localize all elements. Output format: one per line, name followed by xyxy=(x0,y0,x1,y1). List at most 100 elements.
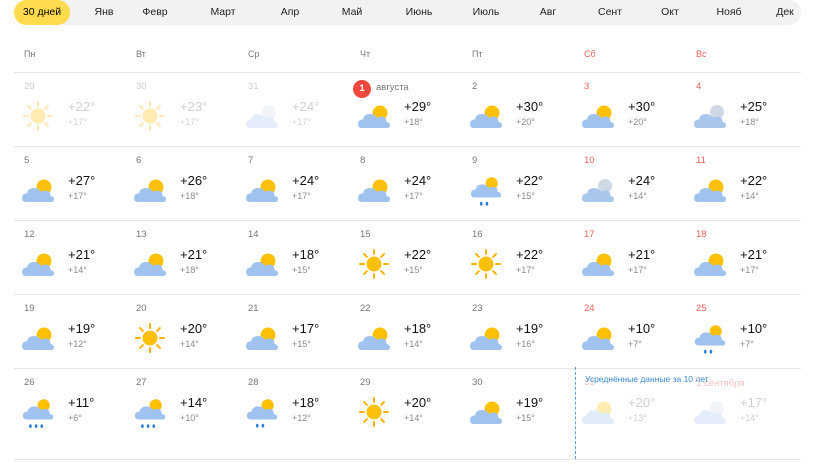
day-cell[interactable]: 6 +26° +18° xyxy=(126,147,236,219)
day-number: 2 xyxy=(472,81,478,92)
day-number: 16 xyxy=(472,229,483,240)
tab-month-5[interactable]: Май xyxy=(332,0,372,25)
day-cell[interactable]: 19 +19° +12° xyxy=(14,295,124,367)
day-cell[interactable]: 13 +21° +18° xyxy=(126,221,236,293)
temp-high: +19° xyxy=(68,321,96,336)
temp-low: +17° xyxy=(404,191,423,201)
day-cell[interactable]: 21 +17° +15° xyxy=(238,295,348,367)
day-cell[interactable]: 29 +20° +14° xyxy=(350,369,460,441)
temp-low: +18° xyxy=(180,191,199,201)
day-cell[interactable]: 15 +22° +15° xyxy=(350,221,460,293)
day-cell[interactable]: 29 +22° +17° xyxy=(14,73,124,145)
temp-high: +22° xyxy=(516,247,544,262)
day-cell[interactable]: 25 +10° +7° xyxy=(686,295,796,367)
partly-cloudy-icon xyxy=(693,247,727,281)
day-cell[interactable]: 5 +27° +17° xyxy=(14,147,124,219)
day-cell[interactable]: 26 +11° +6° xyxy=(14,369,124,441)
month-label: августа xyxy=(376,82,409,93)
tab-month-8[interactable]: Авг xyxy=(528,0,568,25)
partly-cloudy-icon xyxy=(581,395,615,429)
temp-high: +22° xyxy=(68,99,96,114)
temp-high: +24° xyxy=(404,173,432,188)
temp-low: +14° xyxy=(404,339,423,349)
temp-low: +7° xyxy=(628,339,642,349)
day-cell[interactable]: 20 +20° +14° xyxy=(126,295,236,367)
sun-icon xyxy=(357,247,391,281)
weekday-header: Чт xyxy=(360,49,371,59)
day-number: 3 xyxy=(584,81,590,92)
temp-low: +14° xyxy=(740,191,759,201)
day-cell[interactable]: 3 +30° +20° xyxy=(574,73,684,145)
tab-month-3[interactable]: Март xyxy=(202,0,244,25)
day-cell[interactable]: 16 +22° +17° xyxy=(462,221,572,293)
temp-high: +10° xyxy=(628,321,656,336)
tab-month-11[interactable]: Нояб xyxy=(708,0,750,25)
partly-cloudy-icon xyxy=(21,173,55,207)
day-number: 11 xyxy=(696,155,706,166)
day-cell[interactable]: 24 +10° +7° xyxy=(574,295,684,367)
temp-high: +22° xyxy=(740,173,768,188)
rain-icon xyxy=(245,395,279,429)
day-number: 10 xyxy=(584,155,595,166)
temp-low: +18° xyxy=(404,117,423,127)
heavy-rain-icon xyxy=(21,395,55,429)
tab-month-1[interactable]: Янв xyxy=(84,0,124,25)
temp-low: +17° xyxy=(68,191,87,201)
day-cell[interactable]: 30 +19° +15° xyxy=(462,369,572,441)
day-number: 25 xyxy=(696,303,707,314)
day-cell[interactable]: 27 +14° +10° xyxy=(126,369,236,441)
day-cell[interactable]: 17 +21° +17° xyxy=(574,221,684,293)
day-cell[interactable]: 10 +24° +14° xyxy=(574,147,684,219)
day-number: 5 xyxy=(24,155,30,166)
day-cell[interactable]: 4 +25° +18° xyxy=(686,73,796,145)
temp-low: +17° xyxy=(740,265,759,275)
tab-month-7[interactable]: Июль xyxy=(466,0,506,25)
partly-cloudy-icon xyxy=(245,321,279,355)
day-number: 21 xyxy=(248,303,259,314)
partly-cloudy-icon xyxy=(581,99,615,133)
day-number: 23 xyxy=(472,303,483,314)
partly-cloudy-icon xyxy=(357,321,391,355)
temp-high: +21° xyxy=(628,247,656,262)
temp-low: +18° xyxy=(740,117,759,127)
cloudy-icon xyxy=(581,173,615,207)
partly-cloudy-icon xyxy=(21,247,55,281)
temp-low: +15° xyxy=(292,265,311,275)
row-divider xyxy=(14,459,801,460)
cloudy-icon xyxy=(693,395,727,429)
temp-low: +20° xyxy=(516,117,535,127)
tab-month-2[interactable]: Февр xyxy=(134,0,176,25)
partly-cloudy-icon xyxy=(469,99,503,133)
day-cell[interactable]: 2 +30° +20° xyxy=(462,73,572,145)
day-cell[interactable]: 14 +18° +15° xyxy=(238,221,348,293)
temp-high: +21° xyxy=(68,247,96,262)
day-cell[interactable]: 9 +22° +15° xyxy=(462,147,572,219)
day-cell[interactable]: 31 +24° +17° xyxy=(238,73,348,145)
day-cell[interactable]: 23 +19° +16° xyxy=(462,295,572,367)
day-cell[interactable]: 28 +18° +12° xyxy=(238,369,348,441)
temp-low: +14° xyxy=(68,265,87,275)
tab-month-9[interactable]: Сент xyxy=(590,0,630,25)
tab-30-days[interactable]: 30 дней xyxy=(14,0,70,25)
day-cell[interactable]: 22 +18° +14° xyxy=(350,295,460,367)
temp-high: +18° xyxy=(292,395,320,410)
day-cell[interactable]: 30 +23° +17° xyxy=(126,73,236,145)
tab-month-6[interactable]: Июнь xyxy=(398,0,440,25)
day-number: 7 xyxy=(248,155,254,166)
day-number: 26 xyxy=(24,377,35,388)
day-cell[interactable]: 12 +21° +14° xyxy=(14,221,124,293)
sun-icon xyxy=(21,99,55,133)
day-cell[interactable]: 7 +24° +17° xyxy=(238,147,348,219)
tab-month-10[interactable]: Окт xyxy=(650,0,690,25)
weekday-header: Сб xyxy=(584,49,596,59)
temp-high: +24° xyxy=(292,173,320,188)
tab-month-4[interactable]: Апр xyxy=(272,0,308,25)
day-cell[interactable]: 18 +21° +17° xyxy=(686,221,796,293)
day-number: 4 xyxy=(696,81,702,92)
day-cell[interactable]: 11 +22° +14° xyxy=(686,147,796,219)
cloudy-icon xyxy=(245,99,279,133)
tab-month-12[interactable]: Дек xyxy=(766,0,804,25)
temp-high: +21° xyxy=(740,247,768,262)
day-cell[interactable]: 8 +24° +17° xyxy=(350,147,460,219)
day-cell[interactable]: 1 августа +29° +18° xyxy=(350,73,460,145)
